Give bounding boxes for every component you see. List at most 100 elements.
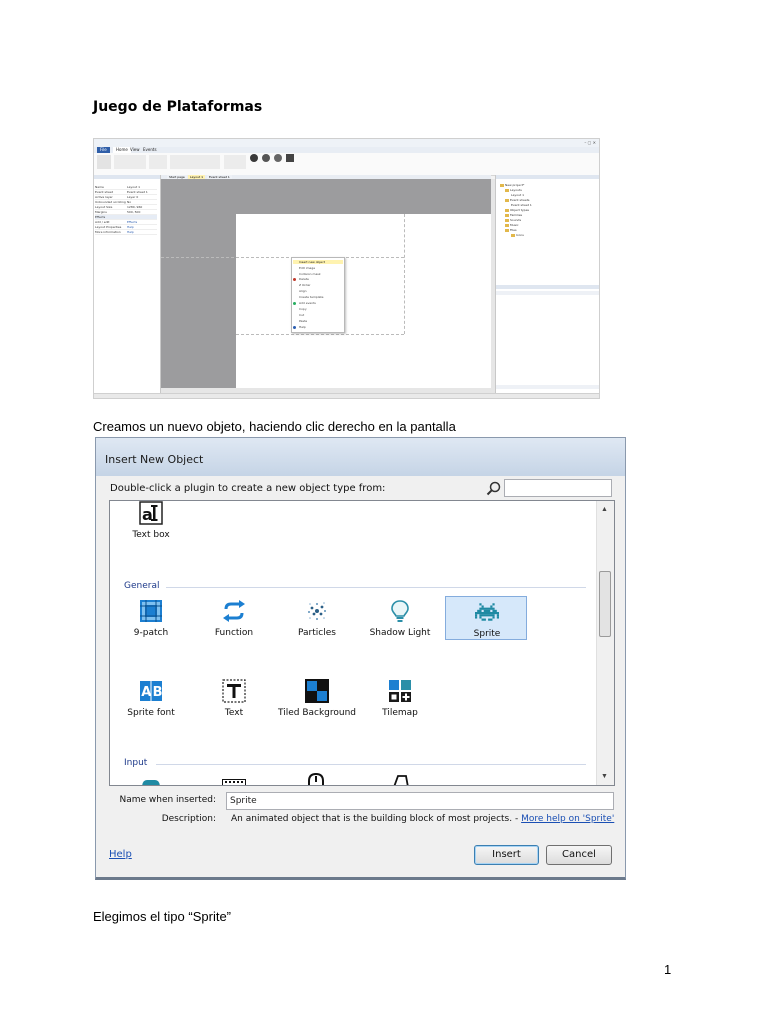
plugin-item-text-box[interactable]: a Text box: [110, 501, 192, 545]
context-menu-item[interactable]: Create template: [299, 295, 323, 299]
context-menu-item[interactable]: Z Order: [299, 283, 311, 287]
ribbon-group: [114, 155, 146, 169]
plugin-item-9-patch[interactable]: 9-patch: [110, 596, 192, 640]
context-menu-item[interactable]: Align: [299, 289, 307, 293]
scrollbar-thumb[interactable]: [599, 571, 611, 637]
properties-panel-header: [94, 175, 160, 179]
document-title: Juego de Plataformas: [93, 99, 263, 115]
plugin-item-label: Tiled Background: [277, 708, 357, 718]
help-link[interactable]: Help: [109, 849, 132, 860]
tree-item[interactable]: Layout 1: [511, 193, 524, 197]
home-icon[interactable]: [286, 154, 294, 162]
scroll-up-icon[interactable]: ▲: [601, 506, 608, 513]
project-panel-header: [496, 175, 599, 179]
plugin-item-label: Sprite: [473, 629, 501, 639]
caption-choose-sprite: Elegimos el tipo “Sprite”: [93, 909, 231, 924]
object-name-input[interactable]: [226, 792, 614, 810]
gamepad-icon: [142, 780, 160, 785]
tilemap-icon: [389, 680, 411, 702]
tree-item[interactable]: Icons: [511, 233, 524, 237]
plugin-item-tilemap[interactable]: Tilemap: [359, 676, 441, 720]
gear-icon[interactable]: [262, 154, 270, 162]
keyboard-icon: [222, 779, 246, 785]
cancel-button[interactable]: Cancel: [546, 845, 612, 865]
context-menu-item[interactable]: Delete: [299, 277, 309, 281]
plugin-item-label: Sprite font: [127, 708, 175, 718]
description-label: Description:: [161, 814, 216, 824]
plugin-item-sprite-font[interactable]: A B Sprite font: [110, 676, 192, 720]
tree-item[interactable]: Sounds: [505, 218, 521, 222]
tree-item[interactable]: Layouts: [505, 188, 522, 192]
plugin-item-function[interactable]: Function: [193, 596, 275, 640]
context-menu-item[interactable]: Collision mask: [299, 272, 321, 276]
help-icon: [293, 326, 296, 329]
quick-access-toolbar: [96, 140, 136, 153]
section-header-input: Input: [124, 758, 148, 768]
context-menu-item[interactable]: Cut: [299, 313, 304, 317]
layers-panel-header: [496, 285, 599, 289]
section-divider: [166, 587, 586, 588]
delete-icon: [293, 278, 296, 281]
description-text: An animated object that is the building …: [231, 814, 615, 824]
name-when-inserted-label: Name when inserted:: [119, 795, 216, 805]
plugin-item-particles[interactable]: Particles: [276, 596, 358, 640]
ribbon-group: [224, 155, 246, 169]
context-menu-item[interactable]: Copy: [299, 307, 307, 311]
function-icon: [223, 600, 245, 622]
plugin-list[interactable]: a Text box General 9-patch Function Part…: [109, 500, 615, 786]
plugin-item-label: Particles: [298, 628, 336, 638]
caption-right-click: Creamos un nuevo objeto, haciendo clic d…: [93, 419, 456, 434]
tree-item[interactable]: Files: [505, 228, 517, 232]
tree-item[interactable]: Event sheets: [505, 198, 529, 202]
dialog-title: Insert New Object: [105, 453, 204, 466]
tree-item[interactable]: Object types: [505, 208, 529, 212]
tree-item[interactable]: Event sheet 1: [511, 203, 532, 207]
plugin-list-scrollbar[interactable]: ▲ ▼: [596, 501, 614, 785]
dialog-titlebar: Insert New Object: [96, 438, 625, 476]
insert-new-object-dialog: Insert New Object Double-click a plugin …: [95, 437, 626, 880]
section-header-general: General: [124, 581, 160, 591]
tree-item-project[interactable]: New project*: [500, 183, 524, 187]
properties-panel: Name Layout 1 Event sheet Event sheet 1 Ac…: [94, 175, 161, 393]
scroll-down-icon[interactable]: ▼: [601, 773, 608, 780]
context-menu-item-insert-new-object[interactable]: Insert new object: [293, 260, 343, 264]
search-icon: [486, 481, 501, 496]
sprite-invader-icon: [475, 603, 499, 621]
context-menu: Insert new object Edit image Collision m…: [291, 257, 345, 333]
window-boundary: [404, 214, 405, 334]
page-number: 1: [664, 962, 672, 977]
context-menu-item[interactable]: Paste: [299, 319, 307, 323]
property-row[interactable]: More information Help: [95, 230, 157, 235]
run-layout-icon[interactable]: [250, 154, 258, 162]
ribbon-group: [97, 155, 111, 169]
plugin-item-text[interactable]: Text: [193, 676, 275, 720]
window-boundary: [161, 257, 404, 258]
touch-icon: [393, 775, 409, 785]
add-events-icon: [293, 302, 296, 305]
text-icon: [222, 679, 246, 703]
svg-text:B: B: [153, 685, 163, 700]
tree-item[interactable]: Families: [505, 213, 522, 217]
particles-icon: [308, 602, 326, 620]
more-help-link[interactable]: More help on 'Sprite': [521, 814, 614, 824]
layout-area[interactable]: [236, 214, 491, 388]
context-menu-item[interactable]: Add events: [299, 301, 316, 305]
insert-button[interactable]: Insert: [474, 845, 539, 865]
section-divider: [156, 764, 586, 765]
tree-item[interactable]: Music: [505, 223, 519, 227]
ribbon-group: [149, 155, 167, 169]
plugin-item-shadow-light[interactable]: Shadow Light: [359, 596, 441, 640]
tiled-background-icon: [305, 679, 329, 703]
objects-panel-tabs: [496, 385, 599, 389]
ribbon-group: [170, 155, 220, 169]
plugin-item-label: Text: [224, 708, 244, 718]
search-input[interactable]: [504, 479, 612, 497]
context-menu-item[interactable]: Edit image: [299, 266, 315, 270]
plugin-item-sprite[interactable]: Sprite: [445, 596, 527, 640]
plugin-item-label: Function: [214, 628, 254, 638]
context-menu-item[interactable]: Help: [299, 325, 306, 329]
gear-icon[interactable]: [274, 154, 282, 162]
text-box-icon: a: [139, 501, 163, 525]
nine-patch-icon: [140, 600, 162, 622]
plugin-item-tiled-background[interactable]: Tiled Background: [276, 676, 358, 720]
